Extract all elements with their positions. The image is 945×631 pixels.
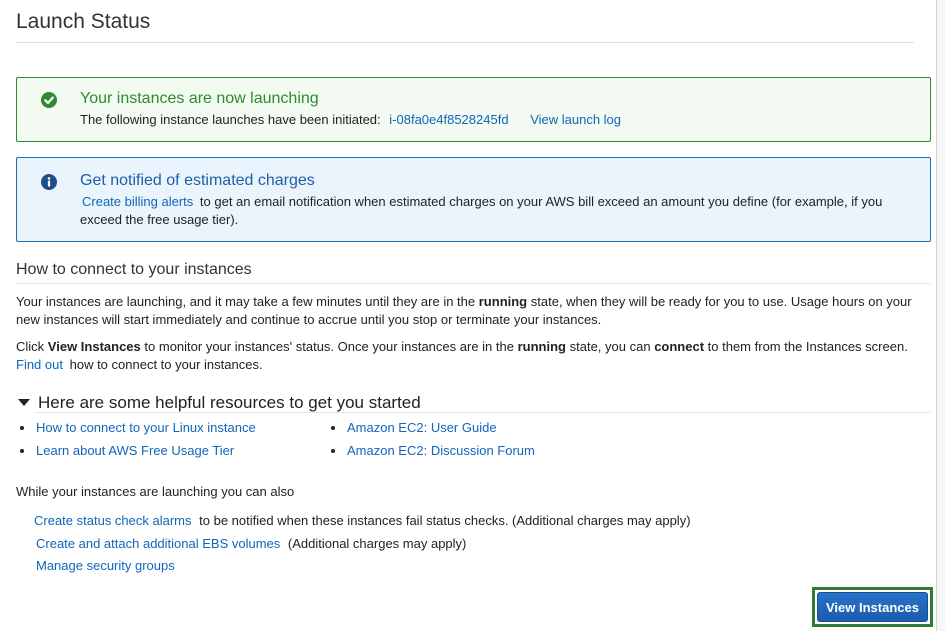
view-instances-paragraph: Click View Instances to monitor your ins… [16, 338, 926, 374]
p2-view-instances: View Instances [47, 339, 141, 354]
list-item: Learn about AWS Free Usage Tier [20, 439, 256, 462]
ebs-volumes-text: (Additional charges may apply) [287, 536, 467, 551]
list-item: Amazon EC2: User Guide [331, 416, 535, 439]
instance-id-link[interactable]: i-08fa0e4f8528245fd [389, 112, 508, 127]
billing-alert-title: Get notified of estimated charges [80, 172, 315, 189]
page-title: Launch Status [16, 10, 151, 33]
ec2-user-guide-link[interactable]: Amazon EC2: User Guide [347, 419, 497, 437]
find-out-link[interactable]: Find out [16, 357, 63, 372]
bullet-icon [20, 448, 24, 453]
free-usage-tier-link[interactable]: Learn about AWS Free Usage Tier [36, 442, 234, 460]
p2-running: running [517, 339, 566, 354]
connect-heading: How to connect to your instances [16, 261, 252, 278]
success-alert-text: The following instance launches have bee… [80, 112, 381, 127]
info-circle-icon [41, 174, 57, 190]
list-item: Amazon EC2: Discussion Forum [331, 439, 535, 462]
p2-mid3: to them from the Instances screen. [707, 339, 908, 354]
resources-title: Here are some helpful resources to get y… [38, 393, 421, 412]
view-instances-button[interactable]: View Instances [817, 592, 928, 622]
bullet-icon [20, 425, 24, 430]
create-billing-alerts-link[interactable]: Create billing alerts [82, 194, 193, 209]
bullet-icon [331, 448, 335, 453]
p1-before: Your instances are launching, and it may… [16, 294, 476, 309]
security-groups-line: Manage security groups [36, 558, 179, 573]
check-circle-icon [41, 92, 57, 108]
success-alert-title: Your instances are now launching [80, 90, 319, 107]
resources-divider [36, 412, 931, 413]
p2-mid2: state, you can [569, 339, 651, 354]
p2-mid1: to monitor your instances' status. Once … [144, 339, 514, 354]
ec2-discussion-forum-link[interactable]: Amazon EC2: Discussion Forum [347, 442, 535, 460]
linux-connect-guide-link[interactable]: How to connect to your Linux instance [36, 419, 256, 437]
success-alert: Your instances are now launching The fol… [16, 77, 931, 142]
create-ebs-volumes-link[interactable]: Create and attach additional EBS volumes [36, 536, 280, 551]
launch-info-paragraph: Your instances are launching, and it may… [16, 293, 926, 329]
title-divider [16, 42, 914, 43]
scrollbar[interactable] [936, 0, 945, 631]
p2-end: how to connect to your instances. [69, 357, 263, 372]
connect-divider [16, 283, 931, 284]
success-alert-body: The following instance launches have bee… [80, 112, 621, 127]
status-check-alarms-line: Create status check alarms to be notifie… [34, 513, 691, 528]
resources-toggle[interactable]: Here are some helpful resources to get y… [16, 393, 421, 413]
bullet-icon [331, 425, 335, 430]
billing-alert-text: to get an email notification when estima… [80, 194, 883, 227]
list-item: How to connect to your Linux instance [20, 416, 256, 439]
p2-connect: connect [654, 339, 705, 354]
p1-running: running [478, 294, 528, 309]
while-launching-heading: While your instances are launching you c… [16, 484, 295, 499]
resources-list-left: How to connect to your Linux instance Le… [20, 416, 256, 462]
billing-info-alert: Get notified of estimated charges Create… [16, 157, 931, 242]
manage-security-groups-link[interactable]: Manage security groups [36, 558, 175, 573]
billing-alert-body: Create billing alerts to get an email no… [80, 193, 920, 229]
status-check-alarms-text: to be notified when these instances fail… [199, 513, 691, 528]
caret-down-icon [18, 399, 30, 406]
resources-list-right: Amazon EC2: User Guide Amazon EC2: Discu… [331, 416, 535, 462]
p2-click: Click [16, 339, 45, 354]
view-launch-log-link[interactable]: View launch log [530, 112, 621, 127]
ebs-volumes-line: Create and attach additional EBS volumes… [36, 536, 466, 551]
create-status-check-alarms-link[interactable]: Create status check alarms [34, 513, 192, 528]
